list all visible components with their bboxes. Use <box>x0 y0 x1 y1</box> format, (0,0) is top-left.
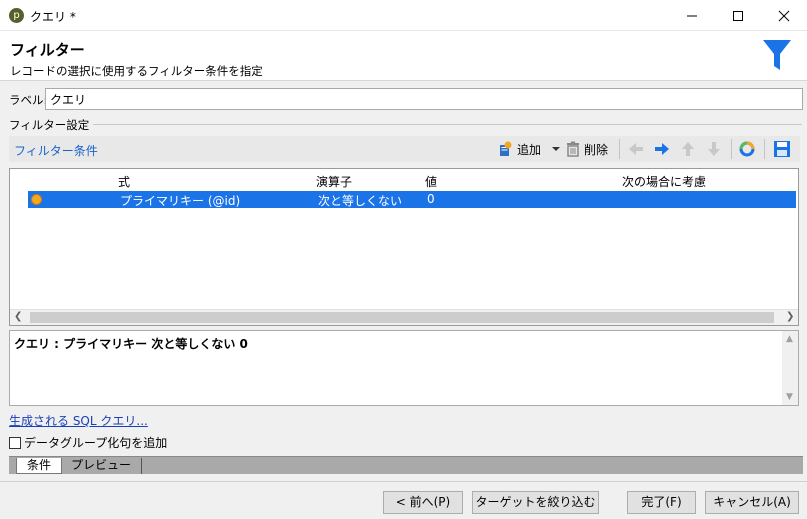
arrow-left-icon[interactable] <box>627 140 645 158</box>
trash-icon <box>567 141 579 157</box>
minimize-icon <box>687 15 697 17</box>
condition-status-icon <box>31 194 42 205</box>
filter-settings-label: フィルター設定 <box>9 117 94 133</box>
delete-button[interactable]: 削除 <box>566 139 608 159</box>
footer-divider <box>0 481 807 482</box>
finish-button[interactable]: 完了(F) <box>627 491 696 514</box>
cell-operator: 次と等しくない <box>318 194 403 208</box>
bottom-tab-bar: 条件 プレビュー <box>9 456 803 474</box>
toolbar-separator <box>731 139 732 159</box>
save-icon[interactable] <box>773 140 791 158</box>
maximize-icon <box>733 11 743 21</box>
vertical-scrollbar[interactable]: ▲ ▼ <box>782 331 798 405</box>
column-header-consider-if[interactable]: 次の場合に考慮 <box>622 173 706 190</box>
close-button[interactable] <box>761 0 807 31</box>
tab-conditions[interactable]: 条件 <box>16 458 63 474</box>
arrow-down-icon[interactable] <box>705 140 723 158</box>
column-header-expression[interactable]: 式 <box>118 173 130 190</box>
window-title: クエリ * <box>30 10 76 24</box>
toolbar-separator <box>764 139 765 159</box>
maximize-button[interactable] <box>715 0 761 31</box>
filter-conditions-title: フィルター条件 <box>14 144 98 158</box>
grid-header: 式 演算子 値 次の場合に考慮 <box>10 169 798 189</box>
toolbar-separator <box>619 139 620 159</box>
filter-description: クエリ : プライマリキー 次と等しくない 0 <box>14 337 248 351</box>
close-icon <box>778 10 790 22</box>
filter-toolbar: フィルター条件 追加 削除 <box>9 136 800 162</box>
distribution-icon[interactable] <box>738 140 756 158</box>
scroll-up-icon[interactable]: ▲ <box>786 334 793 344</box>
scroll-down-icon[interactable]: ▼ <box>786 392 793 402</box>
arrow-right-icon[interactable] <box>653 140 671 158</box>
page-subtitle: レコードの選択に使用するフィルター条件を指定 <box>10 64 263 78</box>
generated-sql-link[interactable]: 生成される SQL クエリ... <box>9 412 148 429</box>
narrow-target-button[interactable]: ターゲットを絞り込む > <box>472 491 599 519</box>
app-icon: p <box>9 8 24 23</box>
tab-preview[interactable]: プレビュー <box>61 458 143 474</box>
table-row[interactable]: プライマリキー (@id) 次と等しくない 0 <box>28 191 796 208</box>
cancel-button[interactable]: キャンセル(A) <box>705 491 799 514</box>
add-group-checkbox[interactable] <box>9 436 21 449</box>
add-group-checkbox-label: データグループ化句を追加 <box>24 436 168 450</box>
prev-button[interactable]: < 前へ(P) <box>383 491 463 514</box>
wizard-header: フィルター レコードの選択に使用するフィルター条件を指定 <box>0 31 807 81</box>
arrow-up-icon[interactable] <box>679 140 697 158</box>
minimize-button[interactable] <box>669 0 715 31</box>
add-label: 追加 <box>517 142 542 157</box>
add-button[interactable]: 追加 <box>497 139 561 159</box>
funnel-icon <box>763 40 791 70</box>
scroll-left-icon[interactable]: ❮ <box>14 311 22 322</box>
delete-label: 削除 <box>584 142 609 157</box>
column-header-value[interactable]: 値 <box>425 173 437 190</box>
page-title: フィルター <box>10 41 85 59</box>
chevron-down-icon[interactable] <box>551 144 561 154</box>
conditions-grid: 式 演算子 値 次の場合に考慮 プライマリキー (@id) 次と等しくない 0 … <box>9 168 799 326</box>
scroll-right-icon[interactable]: ❯ <box>786 311 794 322</box>
add-group-checkbox-row[interactable]: データグループ化句を追加 <box>9 434 167 451</box>
horizontal-scrollbar[interactable]: ❮ ❯ <box>10 309 798 325</box>
cell-value: 0 <box>427 192 435 206</box>
cell-expression: プライマリキー (@id) <box>120 194 241 208</box>
title-bar: p クエリ * <box>0 0 807 31</box>
filter-description-box: クエリ : プライマリキー 次と等しくない 0 ▲ ▼ <box>9 330 799 406</box>
scrollbar-thumb[interactable] <box>30 312 774 323</box>
column-header-operator[interactable]: 演算子 <box>316 173 352 190</box>
label-field-label: ラベル: <box>9 93 48 107</box>
add-icon <box>500 141 512 156</box>
label-input[interactable] <box>45 88 803 110</box>
section-divider <box>9 124 802 125</box>
